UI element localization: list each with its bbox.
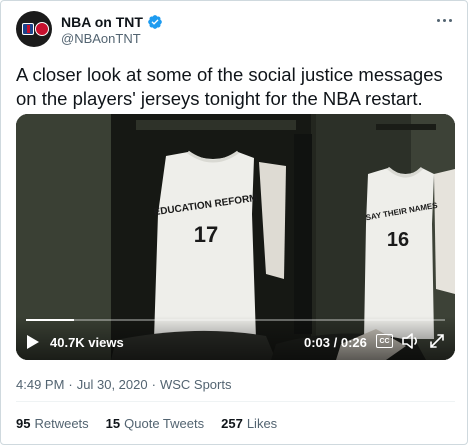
video-progress-bar[interactable] [26,319,445,321]
volume-icon[interactable] [402,333,420,349]
retweets-stat[interactable]: 95 Retweets [16,416,89,431]
likes-label: Likes [246,416,278,431]
video-view-count: 40.7K views [50,335,124,350]
tweet-time[interactable]: 4:49 PM [16,377,64,392]
dot [442,18,446,22]
video-progress-fill [26,319,74,321]
captions-icon[interactable]: CC [376,334,393,348]
retweets-count: 95 [16,416,31,431]
divider [16,401,455,402]
tweet-card: NBA on TNT @NBAonTNT A closer look at so… [0,0,468,445]
quote-tweets-label: Quote Tweets [124,416,205,431]
tweet-text: A closer look at some of the social just… [16,64,443,109]
tweet-metadata: 4:49 PM · Jul 30, 2020 · WSC Sports [16,377,231,392]
likes-count: 257 [221,416,243,431]
dot [448,18,452,22]
author-handle[interactable]: @NBAonTNT [61,31,141,46]
tnt-logo-icon [35,22,49,36]
tweet-stats: 95 Retweets 15 Quote Tweets 257 Likes [16,416,277,431]
tweet-source[interactable]: WSC Sports [160,377,232,392]
quote-tweets-stat[interactable]: 15 Quote Tweets [106,416,204,431]
verified-badge-icon [148,15,162,29]
tweet-header: NBA on TNT @NBAonTNT [16,11,456,51]
retweets-label: Retweets [34,416,89,431]
video-player[interactable]: EDUCATION REFORM 17 SAY THEIR NAMES 16 4… [16,114,455,360]
quote-tweets-count: 15 [105,416,121,431]
avatar[interactable] [16,11,52,47]
author-display-name[interactable]: NBA on TNT [61,14,143,30]
jersey-right [364,168,434,339]
dot [436,18,440,22]
play-icon[interactable] [26,334,40,350]
fullscreen-icon[interactable] [429,333,445,349]
likes-stat[interactable]: 257 Likes [221,416,277,431]
video-time: 0:03 / 0:26 [304,335,367,350]
jersey-right-number: 16 [387,229,409,251]
nba-logo-icon [22,23,34,35]
tweet-date[interactable]: Jul 30, 2020 [77,377,148,392]
meta-separator: · [151,377,156,392]
more-options-icon[interactable] [434,13,454,27]
jersey-left-number: 17 [194,222,218,247]
author-name-row[interactable]: NBA on TNT [61,13,163,31]
meta-separator: · [68,377,73,392]
